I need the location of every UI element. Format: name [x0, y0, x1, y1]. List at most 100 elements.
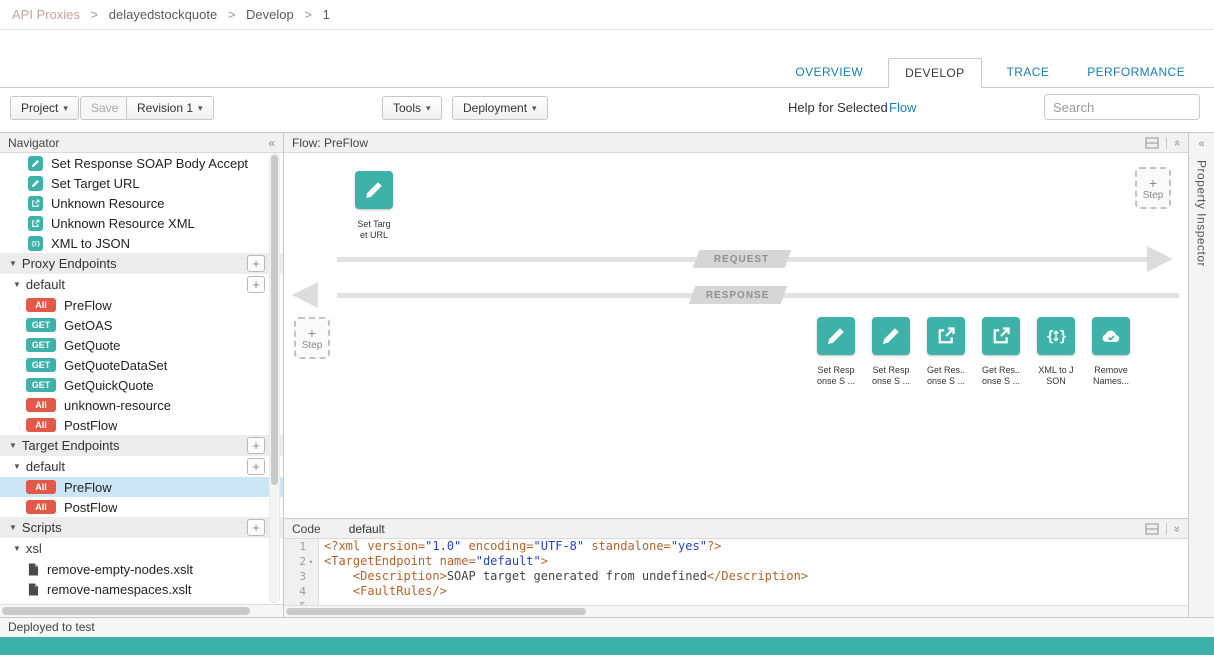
property-inspector-title: Property Inspector [1195, 160, 1209, 267]
response-ribbon: RESPONSE [689, 286, 788, 304]
property-inspector-panel[interactable]: « Property Inspector [1188, 133, 1214, 617]
split-panel-icon[interactable] [1145, 523, 1159, 535]
section-proxy-endpoints[interactable]: ▼ Proxy Endpoints + [0, 253, 283, 274]
add-conditional-flow-button[interactable]: + [247, 276, 265, 293]
svg-text:}: } [1059, 329, 1066, 345]
flow-canvas[interactable]: Set Target URL + Step REQUEST RESPONSE +… [284, 153, 1188, 518]
cloud-check-icon [1092, 317, 1130, 355]
deployment-menu-button[interactable]: Deployment▾ [452, 96, 548, 120]
scrollbar-thumb[interactable] [271, 155, 278, 485]
tab-develop[interactable]: DEVELOP [888, 58, 982, 88]
proxy-endpoint-default-group[interactable]: ▼ default + [0, 274, 283, 295]
project-menu-button[interactable]: Project▾ [10, 96, 79, 120]
flow-step-get-response-1[interactable]: Get Res..onse S ... [927, 317, 965, 355]
flow-step-set-response-2[interactable]: Set Response S ... [872, 317, 910, 355]
flow-item-getoas[interactable]: GET GetOAS [0, 315, 283, 335]
script-file-remove-namespaces[interactable]: remove-namespaces.xslt [0, 579, 283, 599]
step-label: Set Response S ... [862, 365, 920, 387]
policy-item-set-response-soap-body-accept[interactable]: Set Response SOAP Body Accept [0, 153, 283, 173]
xml-to-json-icon: {} [28, 236, 43, 251]
file-icon [28, 583, 39, 596]
flow-step-remove-namespaces[interactable]: RemoveNames... [1092, 317, 1130, 355]
pencil-icon [872, 317, 910, 355]
flow-item-proxy-preflow[interactable]: All PreFlow [0, 295, 283, 315]
method-badge-all: All [26, 398, 56, 412]
add-target-flow-button[interactable]: + [247, 458, 265, 475]
add-script-button[interactable]: + [247, 519, 265, 536]
split-panel-icon[interactable] [1145, 137, 1159, 149]
step-label: Set Target URL [345, 219, 403, 241]
step-label: XML to JSON [1027, 365, 1085, 387]
deployment-menu-label: Deployment [463, 101, 527, 115]
code-content[interactable]: <?xml version="1.0" encoding="UTF-8" sta… [320, 539, 1188, 605]
flow-item-proxy-postflow[interactable]: All PostFlow [0, 415, 283, 435]
add-step-button-response[interactable]: + Step [294, 317, 330, 359]
page-header: OVERVIEW DEVELOP TRACE PERFORMANCE Proje… [0, 30, 1214, 132]
script-file-remove-empty-nodes[interactable]: remove-empty-nodes.xslt [0, 559, 283, 579]
add-step-button-request[interactable]: + Step [1135, 167, 1171, 209]
breadcrumb-revision[interactable]: 1 [323, 7, 330, 22]
add-target-endpoint-button[interactable]: + [247, 437, 265, 454]
flow-item-getquotedataset[interactable]: GET GetQuoteDataSet [0, 355, 283, 375]
collapse-flow-panel-icon[interactable]: « [1171, 139, 1183, 145]
code-line: <Description>SOAP target generated from … [324, 569, 1188, 584]
policy-item-xml-to-json[interactable]: {} XML to JSON [0, 233, 283, 253]
svg-text:{: { [31, 240, 35, 247]
flow-step-set-target-url[interactable]: Set Target URL [355, 171, 393, 209]
breadcrumb: API Proxies > delayedstockquote > Develo… [0, 0, 1214, 30]
collapse-code-panel-icon[interactable]: « [1171, 525, 1183, 531]
collapse-triangle-icon: ▼ [9, 441, 17, 450]
save-button[interactable]: Save [80, 96, 129, 120]
section-scripts[interactable]: ▼ Scripts + [0, 517, 283, 538]
tab-trace[interactable]: TRACE [994, 58, 1063, 87]
breadcrumb-proxy-name[interactable]: delayedstockquote [109, 7, 217, 22]
scripts-xsl-group[interactable]: ▼ xsl [0, 538, 283, 559]
plus-icon: + [308, 326, 316, 340]
policy-item-unknown-resource-xml[interactable]: Unknown Resource XML [0, 213, 283, 233]
divider [1166, 523, 1167, 535]
revision-menu-button[interactable]: Revision 1▾ [126, 96, 214, 120]
flow-step-xml-to-json[interactable]: {} XML to JSON [1037, 317, 1075, 355]
flow-item-getquote[interactable]: GET GetQuote [0, 335, 283, 355]
resource-arrow-icon [28, 196, 43, 211]
code-horizontal-scrollbar[interactable] [284, 605, 1188, 617]
method-badge-get: GET [26, 378, 56, 392]
search-input[interactable] [1044, 94, 1200, 120]
code-editor[interactable]: 1 2▾ 3 4 5▾ <?xml version="1.0" encoding… [284, 539, 1188, 605]
method-badge-get: GET [26, 318, 56, 332]
tools-menu-button[interactable]: Tools▾ [382, 96, 442, 120]
flow-item-target-postflow[interactable]: All PostFlow [0, 497, 283, 517]
tab-overview[interactable]: OVERVIEW [782, 58, 876, 87]
request-ribbon: REQUEST [693, 250, 792, 268]
target-endpoint-default-group[interactable]: ▼ default + [0, 456, 283, 477]
policy-item-set-target-url[interactable]: Set Target URL [0, 173, 283, 193]
expand-property-inspector-icon[interactable]: « [1198, 138, 1204, 150]
help-flow-link[interactable]: Flow [889, 100, 916, 115]
flow-item-target-preflow-selected[interactable]: All PreFlow [0, 477, 283, 497]
chevron-down-icon: ▾ [198, 103, 203, 114]
navigator-vertical-scrollbar[interactable] [269, 153, 280, 603]
flow-step-get-response-2[interactable]: Get Res..onse S ... [982, 317, 1020, 355]
collapse-navigator-icon[interactable]: « [268, 136, 275, 150]
navigator-list: Set Response SOAP Body Accept Set Target… [0, 153, 283, 617]
scrollbar-thumb[interactable] [286, 608, 586, 615]
navigator-title: Navigator [8, 136, 59, 150]
resource-arrow-icon [982, 317, 1020, 355]
scrollbar-thumb[interactable] [2, 607, 250, 615]
method-badge-get: GET [26, 358, 56, 372]
section-target-endpoints[interactable]: ▼ Target Endpoints + [0, 435, 283, 456]
tab-bar: OVERVIEW DEVELOP TRACE PERFORMANCE [0, 58, 1214, 88]
flow-item-unknown-resource[interactable]: All unknown-resource [0, 395, 283, 415]
flow-step-set-response-1[interactable]: Set Response S ... [817, 317, 855, 355]
navigator-horizontal-scrollbar[interactable] [0, 604, 283, 617]
tab-performance[interactable]: PERFORMANCE [1074, 58, 1198, 87]
breadcrumb-develop[interactable]: Develop [246, 7, 294, 22]
add-proxy-endpoint-button[interactable]: + [247, 255, 265, 272]
fold-icon[interactable]: ▾ [306, 558, 316, 566]
policy-item-unknown-resource[interactable]: Unknown Resource [0, 193, 283, 213]
app-window: API Proxies > delayedstockquote > Develo… [0, 0, 1214, 655]
pencil-icon [28, 156, 43, 171]
code-tab-default[interactable]: default [349, 522, 385, 536]
breadcrumb-api-proxies[interactable]: API Proxies [12, 7, 80, 22]
flow-item-getquickquote[interactable]: GET GetQuickQuote [0, 375, 283, 395]
